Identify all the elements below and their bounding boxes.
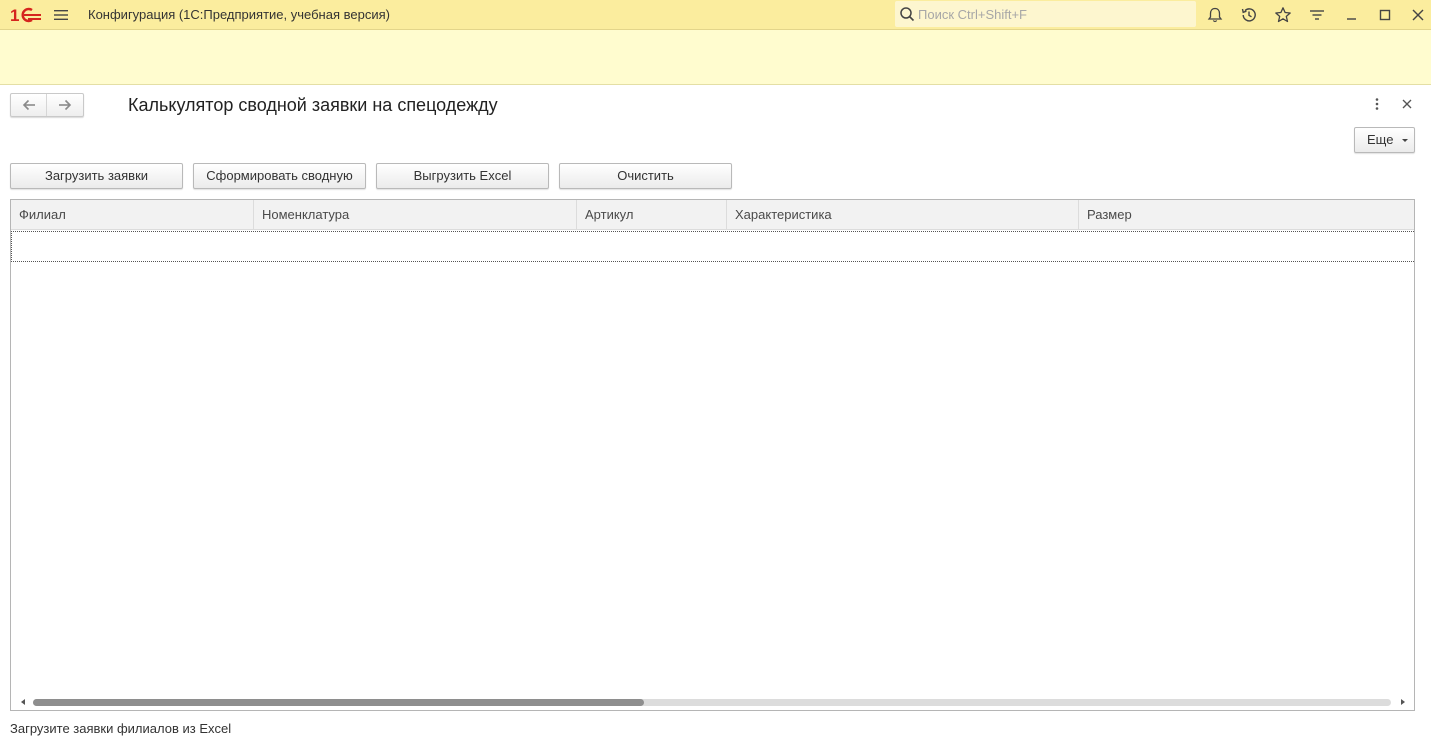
table-row-selected[interactable]	[11, 231, 1414, 262]
horizontal-scrollbar[interactable]	[11, 694, 1414, 710]
info-panel	[0, 30, 1431, 85]
1c-logo[interactable]: 1	[10, 5, 42, 25]
scroll-right-icon[interactable]	[1401, 699, 1405, 705]
column-header-nomenclature[interactable]: Номенклатура	[254, 200, 577, 230]
navigation-buttons	[10, 93, 84, 117]
clear-button[interactable]: Очистить	[559, 163, 732, 189]
status-text: Загрузите заявки филиалов из Excel	[10, 721, 232, 736]
scrollbar-thumb[interactable]	[33, 699, 644, 706]
history-icon[interactable]	[1240, 6, 1258, 24]
hamburger-menu-icon[interactable]	[53, 7, 69, 23]
form-title: Калькулятор сводной заявки на спецодежду	[128, 95, 498, 115]
app-title: Конфигурация (1С:Предприятие, учебная ве…	[88, 7, 390, 22]
close-form-icon[interactable]	[1401, 98, 1413, 110]
more-button[interactable]: Еще	[1354, 127, 1415, 153]
column-header-size[interactable]: Размер	[1079, 200, 1414, 230]
load-requests-button[interactable]: Загрузить заявки	[10, 163, 183, 189]
data-table[interactable]: Филиал Номенклатура Артикул Характеристи…	[10, 199, 1415, 711]
column-header-branch[interactable]: Филиал	[11, 200, 254, 230]
maximize-icon[interactable]	[1376, 6, 1394, 24]
search-placeholder: Поиск Ctrl+Shift+F	[918, 7, 1027, 22]
search-input[interactable]: Поиск Ctrl+Shift+F	[895, 1, 1196, 27]
arrow-left-icon	[22, 99, 35, 111]
build-summary-button[interactable]: Сформировать сводную	[193, 163, 366, 189]
scroll-left-icon[interactable]	[21, 699, 25, 705]
forward-button[interactable]	[47, 94, 83, 116]
table-header: Филиал Номенклатура Артикул Характеристи…	[11, 200, 1414, 230]
dropdown-caret-icon	[1402, 139, 1408, 142]
back-button[interactable]	[11, 94, 47, 116]
bell-icon[interactable]	[1206, 6, 1224, 24]
column-header-article[interactable]: Артикул	[577, 200, 727, 230]
funnel-icon[interactable]	[1308, 6, 1326, 24]
search-icon	[900, 7, 915, 22]
title-bar: 1 Конфигурация (1С:Предприятие, учебная …	[0, 0, 1431, 30]
more-button-label: Еще	[1367, 132, 1394, 147]
export-excel-button[interactable]: Выгрузить Excel	[376, 163, 549, 189]
star-icon[interactable]	[1274, 6, 1292, 24]
arrow-right-icon	[59, 99, 72, 111]
minimize-icon[interactable]	[1343, 6, 1361, 24]
svg-text:1: 1	[10, 6, 19, 25]
column-header-characteristic[interactable]: Характеристика	[727, 200, 1079, 230]
close-icon[interactable]	[1409, 6, 1427, 24]
more-actions-icon[interactable]	[1370, 97, 1384, 111]
